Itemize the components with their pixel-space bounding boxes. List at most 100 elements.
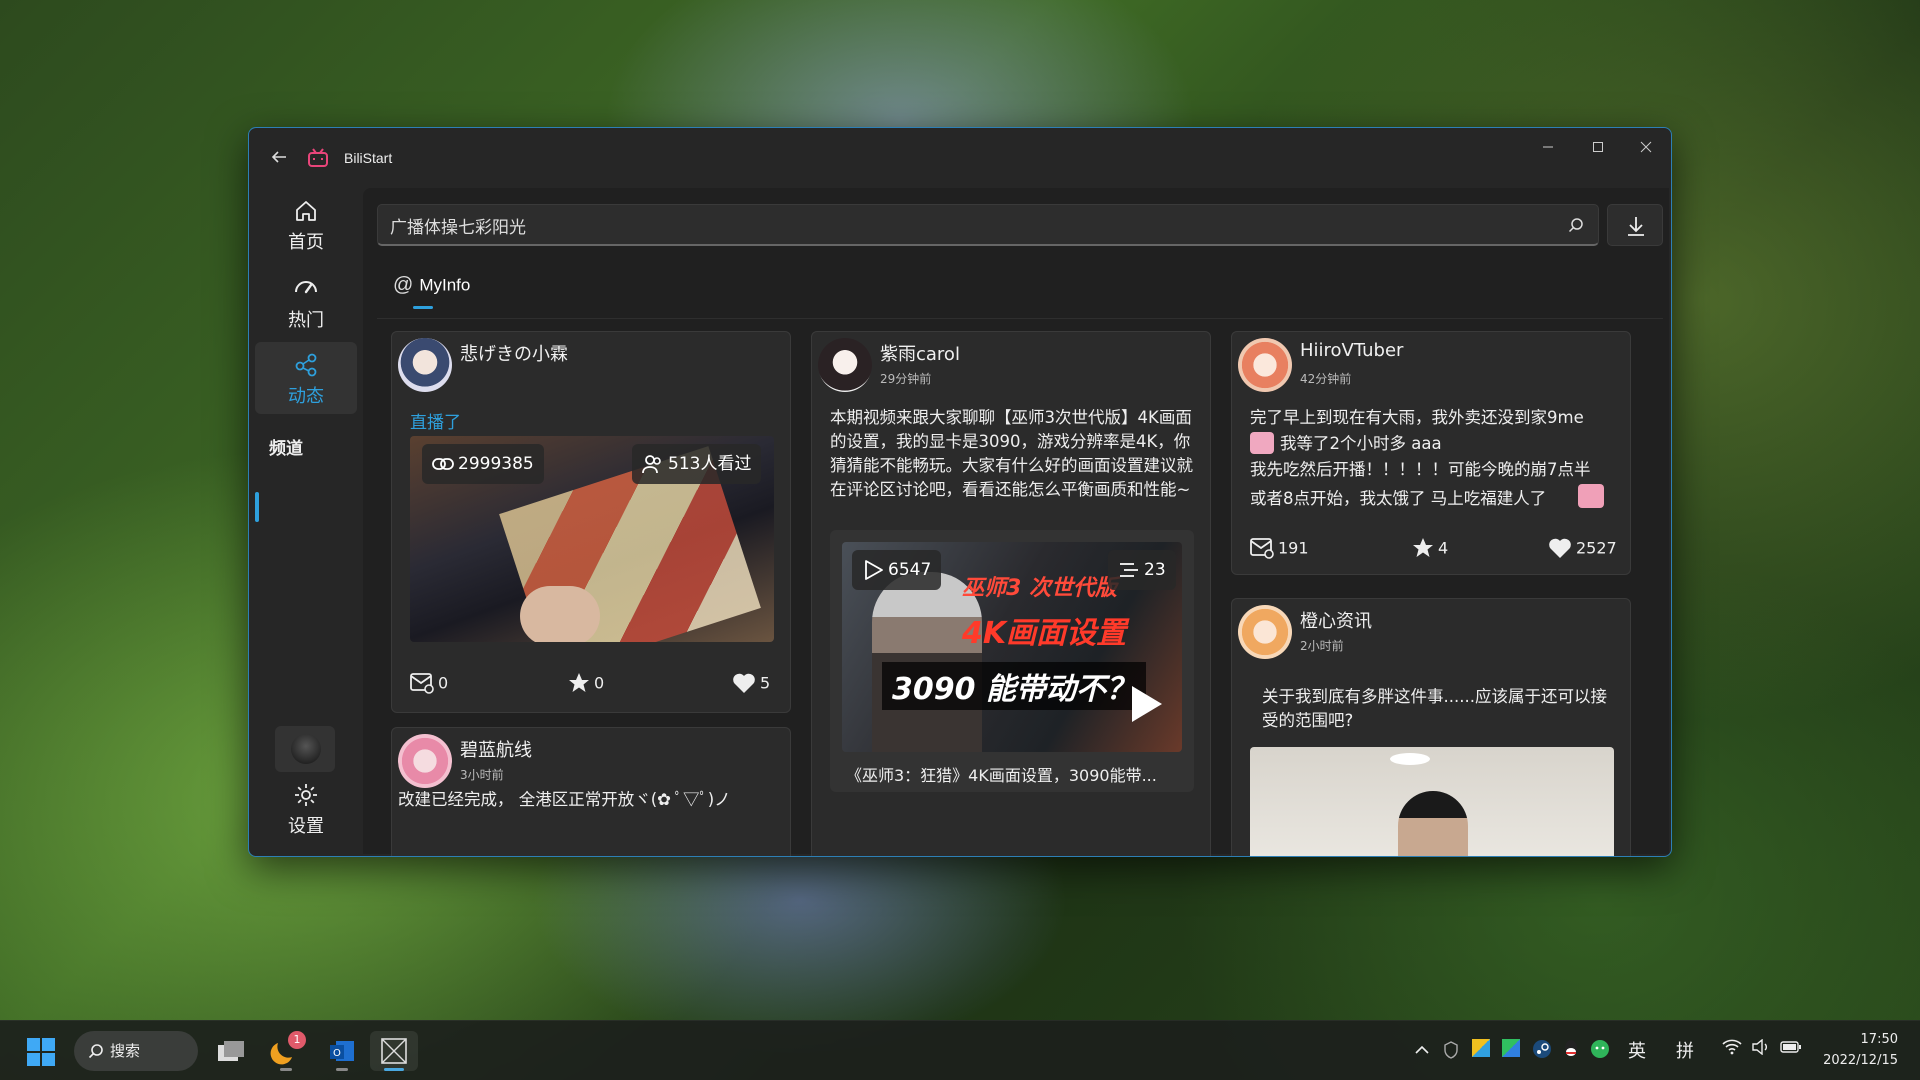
user-name[interactable]: 碧蓝航线 <box>460 736 532 762</box>
search-box <box>377 204 1599 246</box>
dynamic-card[interactable]: 悲げきの小霖 直播了 2999385 513人看过 0 0 5 <box>391 331 791 713</box>
favorite-stat[interactable]: 0 <box>568 672 604 694</box>
post-text-line: 我等了2个小时多 aaa <box>1280 434 1442 453</box>
system-clock[interactable]: 17:50 2022/12/15 <box>1823 1029 1898 1071</box>
bilistart-app-icon <box>381 1038 407 1064</box>
wifi-icon[interactable] <box>1722 1039 1742 1055</box>
home-icon <box>296 201 316 221</box>
clock-time: 17:50 <box>1860 1032 1898 1047</box>
avatar <box>291 734 321 764</box>
post-image[interactable] <box>1250 747 1614 856</box>
like-stat[interactable]: 2527 <box>1548 537 1617 559</box>
post-time: 42分钟前 <box>1300 372 1352 386</box>
sidebar-item-home[interactable]: 首页 <box>255 188 357 260</box>
search-icon <box>88 1044 103 1059</box>
task-view-icon <box>218 1041 244 1061</box>
taskbar-app-moon[interactable]: 1 <box>262 1031 310 1071</box>
battery-icon[interactable] <box>1780 1039 1802 1055</box>
shield-icon[interactable] <box>1444 1041 1458 1059</box>
tray-overflow-icon[interactable] <box>1414 1043 1430 1055</box>
video-title[interactable]: 《巫师3：狂猎》4K画面设置，3090能带... <box>846 762 1157 786</box>
running-indicator <box>384 1068 404 1071</box>
sidebar-item-dynamic[interactable]: 动态 <box>255 342 357 414</box>
danmaku-icon <box>1120 563 1138 577</box>
close-button[interactable] <box>1623 134 1669 164</box>
stat-value: 191 <box>1278 538 1309 558</box>
search-icon[interactable] <box>1568 217 1584 233</box>
user-avatar[interactable] <box>398 338 452 392</box>
download-button[interactable] <box>1607 204 1663 246</box>
pill-value: 23 <box>1144 560 1166 580</box>
trending-icon <box>295 281 317 294</box>
user-avatar-button[interactable] <box>275 726 335 772</box>
sidebar-item-label: 热门 <box>288 310 324 331</box>
active-nav-indicator <box>255 492 259 522</box>
sidebar-item-channel[interactable]: 频道 <box>269 434 303 459</box>
taskbar-search-label: 搜索 <box>110 1042 141 1060</box>
play-count-pill: 6547 <box>852 550 942 590</box>
post-text: 改建已经完成， 全港区正常开放ヾ(✿ ﾟ▽ﾟ)ノ <box>398 790 731 809</box>
minimize-icon <box>1543 146 1553 148</box>
like-stat[interactable]: 5 <box>732 672 770 694</box>
user-avatar[interactable] <box>398 734 452 788</box>
maximize-button[interactable] <box>1575 134 1621 164</box>
video-card[interactable]: 巫师3 次世代版 4K画面设置 3090 能带动不？ 6547 23 《巫师3：… <box>830 530 1194 792</box>
tray-app-icon[interactable] <box>1502 1039 1520 1057</box>
back-button[interactable] <box>269 148 289 168</box>
svg-text:O: O <box>333 1048 341 1059</box>
steam-icon[interactable] <box>1532 1039 1552 1059</box>
star-icon <box>569 673 589 692</box>
user-name[interactable]: 橙心资讯 <box>1300 607 1372 633</box>
sidebar-item-hot[interactable]: 热门 <box>255 266 357 338</box>
dynamic-card[interactable]: 橙心资讯 2小时前 关于我到底有多胖这件事......应该属于还可以接受的范围吧… <box>1231 598 1631 856</box>
app-title: BiliStart <box>344 150 393 166</box>
search-input[interactable] <box>390 205 1540 245</box>
ime-mode[interactable]: 拼 <box>1676 1037 1694 1063</box>
stat-value: 0 <box>438 673 449 693</box>
user-name[interactable]: 悲げきの小霖 <box>460 340 568 366</box>
sidebar-item-settings[interactable]: 设置 <box>255 776 357 848</box>
wechat-icon[interactable] <box>1590 1039 1610 1059</box>
share-stat[interactable]: 0 <box>410 672 448 694</box>
task-view-button[interactable] <box>206 1031 254 1071</box>
play-icon[interactable] <box>1122 682 1166 726</box>
live-label[interactable]: 直播了 <box>410 408 461 433</box>
danmaku-count-pill: 23 <box>1108 550 1176 590</box>
title-bar: BiliStart <box>249 128 1671 188</box>
user-avatar[interactable] <box>818 338 872 392</box>
dynamic-card[interactable]: HiiroVTuber 42分钟前 完了早上到现在有大雨，我外卖还没到家9me … <box>1231 331 1631 575</box>
user-name[interactable]: HiiroVTuber <box>1300 340 1403 361</box>
sidebar-item-label: 动态 <box>288 386 324 407</box>
tray-app-icon[interactable] <box>1472 1039 1490 1057</box>
app-window: BiliStart 首页 热门 动态 频道 设置 广播体操七彩阳光 @ MyIn… <box>248 127 1672 857</box>
dynamic-card[interactable]: 紫雨carol 29分钟前 本期视频来跟大家聊聊【巫师3次世代版】4K画面的设置… <box>811 331 1211 856</box>
pill-value: 2999385 <box>458 454 534 474</box>
windows-start-icon[interactable] <box>26 1037 56 1067</box>
tab-myinfo[interactable]: @ MyInfo <box>393 274 470 304</box>
gear-icon <box>295 784 317 806</box>
volume-icon[interactable] <box>1752 1039 1770 1055</box>
taskbar: 搜索 1 O 英 拼 17:50 2022/12/15 <box>0 1020 1920 1080</box>
post-text-line: 完了早上到现在有大雨，我外卖还没到家9me <box>1250 408 1584 427</box>
share-stat[interactable]: 191 <box>1250 537 1309 559</box>
dynamic-icon <box>295 353 317 377</box>
user-avatar[interactable] <box>1238 338 1292 392</box>
taskbar-app-bilistart[interactable] <box>370 1031 418 1071</box>
dynamic-card[interactable]: 碧蓝航线 3小时前 改建已经完成， 全港区正常开放ヾ(✿ ﾟ▽ﾟ)ノ <box>391 727 791 856</box>
link-icon <box>432 458 454 470</box>
ime-language[interactable]: 英 <box>1628 1037 1646 1063</box>
qq-icon[interactable] <box>1562 1039 1580 1059</box>
minimize-button[interactable] <box>1525 134 1571 164</box>
favorite-stat[interactable]: 4 <box>1412 537 1448 559</box>
taskbar-app-vscode[interactable]: O <box>318 1031 366 1071</box>
taskbar-search[interactable]: 搜索 <box>74 1031 198 1071</box>
thumb-title-2: 4K画面设置 <box>962 616 1127 651</box>
pill-value: 513人看过 <box>668 454 752 474</box>
user-name[interactable]: 紫雨carol <box>880 340 960 366</box>
image-person <box>1398 791 1468 856</box>
sidebar-item-label: 设置 <box>288 816 324 837</box>
post-text-line: 或者8点开始，我太饿了 马上吃福建人了 <box>1250 489 1547 508</box>
users-icon <box>642 455 661 474</box>
user-avatar[interactable] <box>1238 605 1292 659</box>
post-text: 本期视频来跟大家聊聊【巫师3次世代版】4K画面的设置，我的显卡是3090，游戏分… <box>830 408 1193 499</box>
